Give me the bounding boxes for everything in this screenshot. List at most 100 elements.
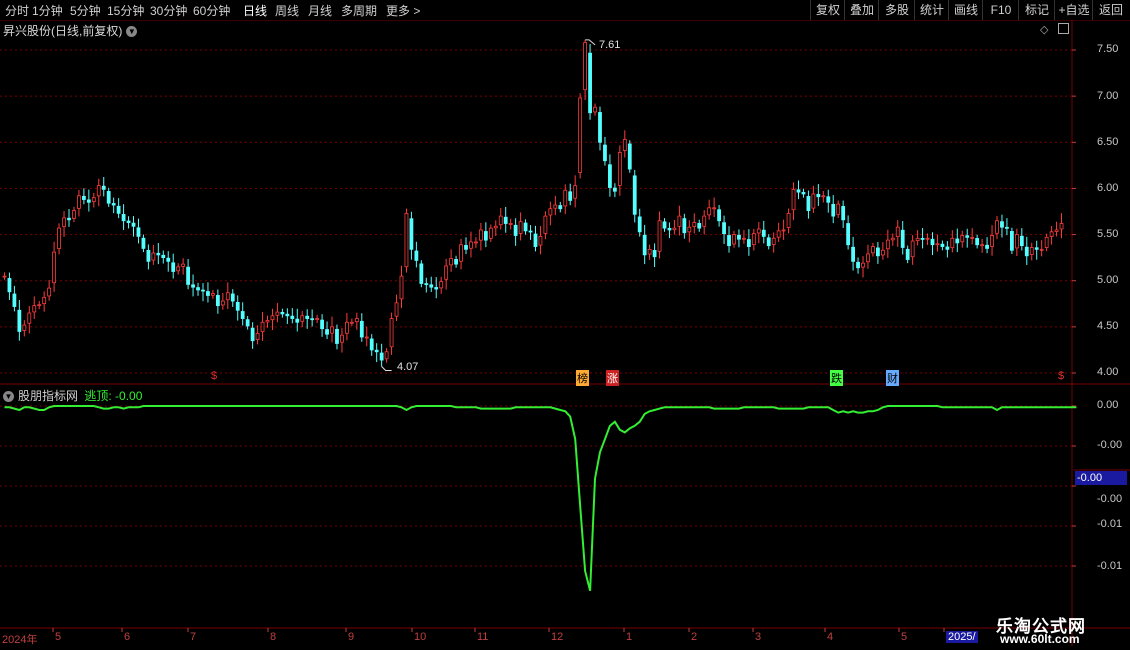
candle-body bbox=[478, 229, 483, 241]
month-label: 12 bbox=[551, 631, 564, 643]
finance-marker[interactable]: 财 bbox=[886, 370, 899, 386]
candle-body bbox=[895, 226, 900, 238]
candle-body bbox=[181, 263, 186, 267]
candle-body bbox=[42, 296, 47, 305]
candle-body bbox=[488, 227, 493, 239]
candle-body bbox=[191, 284, 195, 288]
dividend-marker[interactable]: $ bbox=[211, 370, 217, 382]
candle-body bbox=[771, 237, 776, 245]
candle-body bbox=[523, 222, 528, 232]
candle-body bbox=[389, 318, 394, 348]
candle-body bbox=[925, 237, 930, 240]
candle-body bbox=[116, 205, 121, 214]
candle-body bbox=[186, 266, 190, 285]
diamond-icon[interactable]: ◇ bbox=[1040, 23, 1048, 36]
candle-body bbox=[831, 203, 836, 217]
candle-body bbox=[176, 266, 181, 272]
candle-body bbox=[320, 319, 324, 330]
indicator-title[interactable]: ▼ 股朋指标网 逃顶: -0.00 bbox=[3, 387, 142, 404]
candle-body bbox=[846, 223, 851, 246]
candle-body bbox=[419, 263, 424, 284]
list-marker[interactable]: 榜 bbox=[576, 370, 589, 386]
candle-body bbox=[1044, 236, 1049, 248]
candle-body bbox=[836, 203, 841, 215]
candle-body bbox=[121, 214, 126, 222]
candle-body bbox=[220, 300, 225, 306]
candle-body bbox=[761, 229, 766, 237]
candle-body bbox=[275, 311, 280, 316]
candle-body bbox=[702, 215, 707, 227]
window-toggle-icon[interactable] bbox=[1058, 23, 1069, 34]
price-tick: 5.00 bbox=[1097, 274, 1119, 286]
candle-body bbox=[900, 229, 905, 248]
candle-body bbox=[965, 235, 970, 238]
candle-body bbox=[935, 243, 940, 246]
month-label: 10 bbox=[414, 631, 427, 643]
price-tick: 4.50 bbox=[1097, 320, 1119, 332]
candle-body bbox=[429, 284, 434, 288]
candle-body bbox=[141, 237, 146, 249]
limit-down-marker[interactable]: 跌 bbox=[830, 370, 843, 386]
candle-body bbox=[409, 218, 414, 250]
candle-body bbox=[1009, 231, 1014, 251]
candle-body bbox=[1059, 223, 1064, 230]
month-label: 6 bbox=[124, 631, 131, 643]
candle-body bbox=[206, 291, 210, 296]
candle-body bbox=[751, 233, 756, 246]
candle-body bbox=[960, 235, 965, 243]
candle-body bbox=[404, 212, 409, 268]
candle-body bbox=[930, 238, 935, 246]
candle-body bbox=[439, 281, 444, 289]
month-label: 2 bbox=[691, 631, 698, 643]
candle-body bbox=[295, 318, 300, 323]
candle-body bbox=[945, 246, 950, 250]
candle-body bbox=[37, 304, 42, 307]
candle-body bbox=[1024, 246, 1029, 257]
max-price-label: 7.61 bbox=[599, 39, 621, 51]
candle-body bbox=[637, 216, 642, 233]
candle-body bbox=[801, 191, 806, 195]
limit-up-marker[interactable]: 涨 bbox=[606, 370, 619, 386]
candle-body bbox=[57, 227, 61, 249]
candle-body bbox=[851, 246, 855, 262]
candle-body bbox=[131, 222, 136, 227]
candle-body bbox=[345, 321, 349, 334]
candle-body bbox=[325, 329, 329, 335]
kline-chart[interactable] bbox=[0, 0, 1130, 650]
candle-body bbox=[245, 319, 250, 327]
candle-body bbox=[1029, 247, 1034, 255]
candle-body bbox=[449, 258, 454, 266]
candle-body bbox=[796, 189, 801, 193]
candle-body bbox=[727, 235, 731, 247]
candle-body bbox=[1054, 229, 1059, 232]
candle-body bbox=[270, 315, 275, 321]
candle-body bbox=[364, 336, 369, 339]
candle-body bbox=[816, 193, 821, 198]
candle-body bbox=[72, 210, 76, 219]
candle-body bbox=[260, 321, 265, 333]
candle-body bbox=[349, 321, 354, 324]
candle-body bbox=[2, 275, 7, 278]
candle-body bbox=[285, 313, 290, 317]
candle-body bbox=[608, 164, 612, 188]
candle-body bbox=[677, 215, 682, 227]
candle-body bbox=[746, 239, 751, 247]
chevron-down-icon[interactable]: ▼ bbox=[3, 391, 14, 403]
month-label: 5 bbox=[55, 631, 62, 643]
candle-body bbox=[1049, 231, 1054, 237]
candle-body bbox=[518, 221, 523, 234]
candle-body bbox=[508, 223, 513, 225]
dividend-marker[interactable]: $ bbox=[1058, 370, 1064, 382]
candle-body bbox=[77, 195, 81, 209]
candle-body bbox=[86, 199, 91, 203]
candle-body bbox=[483, 231, 488, 241]
candle-body bbox=[662, 221, 667, 229]
candle-body bbox=[737, 234, 741, 240]
candle-body bbox=[612, 187, 617, 192]
candle-body bbox=[136, 227, 141, 237]
candle-body bbox=[975, 238, 980, 246]
candle-body bbox=[915, 237, 920, 242]
candle-body bbox=[384, 351, 389, 360]
candle-body bbox=[503, 216, 508, 224]
candle-body bbox=[493, 225, 498, 229]
